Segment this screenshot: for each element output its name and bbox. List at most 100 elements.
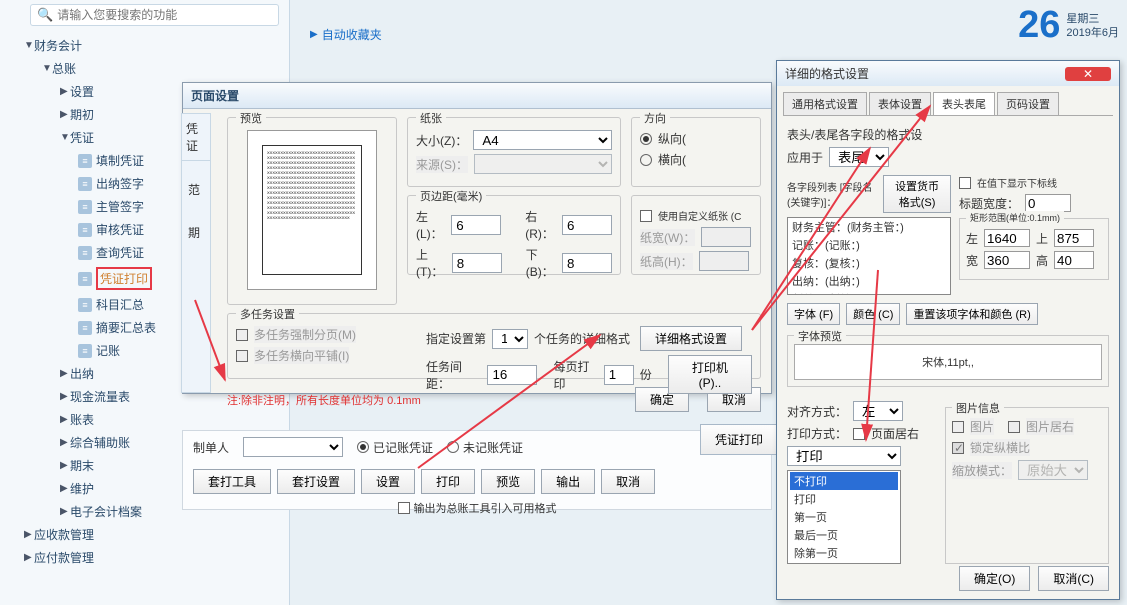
field-list[interactable]: 财务主管：(财务主管：) 记账：(记账：) 复核：(复核：) 出纳：(出纳：) … xyxy=(787,217,951,295)
pic-info-legend: 图片信息 xyxy=(952,400,1004,416)
btn-打印[interactable]: 打印 xyxy=(421,469,475,494)
multi-legend: 多任务设置 xyxy=(236,306,299,322)
detail-format-btn[interactable]: 详细格式设置 xyxy=(640,326,742,351)
btn-设置[interactable]: 设置 xyxy=(361,469,415,494)
paper-h-input xyxy=(699,251,749,271)
margin-bottom-input[interactable] xyxy=(562,253,612,273)
interval-input[interactable] xyxy=(487,365,537,385)
drop-item[interactable]: 最后一页 xyxy=(790,526,898,544)
rect-left-input[interactable] xyxy=(984,229,1030,247)
field-item[interactable]: 财务主管：(财务主管：) xyxy=(788,218,950,236)
voucher-print-btn[interactable]: 凭证打印 xyxy=(700,424,778,455)
custom-paper-chk[interactable] xyxy=(640,210,652,222)
doc-icon: ≡ xyxy=(78,321,92,335)
export-checkbox[interactable] xyxy=(398,502,410,514)
tree-finance[interactable]: ▼财务会计 xyxy=(14,34,289,57)
field-item[interactable]: 记账：(记账：) xyxy=(788,236,950,254)
size-label: 大小(Z)： xyxy=(416,132,467,149)
maker-select[interactable] xyxy=(243,437,343,457)
align-label: 对齐方式： xyxy=(787,403,847,420)
detail-format-dialog: 详细的格式设置 ✕ 通用格式设置 表体设置 表头表尾 页码设置 表头/表尾各字段… xyxy=(776,60,1120,600)
btn-预览[interactable]: 预览 xyxy=(481,469,535,494)
rect-h-input[interactable] xyxy=(1054,251,1094,269)
field-item[interactable]: 复核：(复核：) xyxy=(788,254,950,272)
title-w-input[interactable] xyxy=(1025,194,1071,212)
orient-vertical[interactable]: 纵向( xyxy=(640,130,752,147)
tab-page-no[interactable]: 页码设置 xyxy=(997,92,1059,115)
applied-select[interactable]: 表尾 xyxy=(829,147,889,167)
auto-favorite[interactable]: ▶自动收藏夹 xyxy=(310,26,382,43)
paper-size-select[interactable]: A4 xyxy=(473,130,612,150)
drop-item[interactable]: 不打印 xyxy=(790,472,898,490)
radio-icon xyxy=(640,154,652,166)
per-page-label: 每页打印 xyxy=(553,358,597,392)
close-icon[interactable]: ✕ xyxy=(1065,67,1111,81)
multi-hp-chk xyxy=(236,350,248,362)
radio-posted[interactable]: 已记账凭证 xyxy=(357,439,433,456)
tab-general[interactable]: 通用格式设置 xyxy=(783,92,867,115)
maker-label: 制单人 xyxy=(193,439,229,456)
margin-right-input[interactable] xyxy=(562,215,612,235)
rect-left-label: 左 xyxy=(966,230,978,247)
orient-horizontal[interactable]: 横向( xyxy=(640,151,752,168)
doc-icon: ≡ xyxy=(78,154,92,168)
source-label: 来源(S)： xyxy=(416,156,468,173)
spec-idx-select[interactable]: 1 xyxy=(492,329,528,349)
hdr-ftr-label: 表头/表尾各字段的格式设 xyxy=(787,126,922,143)
margin-left-input[interactable] xyxy=(451,215,501,235)
search-input[interactable] xyxy=(57,8,272,22)
fields-label: 各字段列表 [字段名(关键字)]： xyxy=(787,179,877,209)
field-item[interactable]: 制单：(制单：) xyxy=(788,290,950,295)
doc-icon: ≡ xyxy=(78,298,92,312)
font-btn[interactable]: 字体 (F) xyxy=(787,303,840,325)
drop-item[interactable]: 除第一页 xyxy=(790,544,898,562)
btn-取消[interactable]: 取消 xyxy=(601,469,655,494)
triangle-icon: ▶ xyxy=(310,29,318,40)
printer-btn[interactable]: 打印机(P).. xyxy=(668,355,752,394)
paper-w-input xyxy=(701,227,751,247)
field-item[interactable]: 出纳：(出纳：) xyxy=(788,272,950,290)
drop-item[interactable]: 打印 xyxy=(790,490,898,508)
detail-ok-btn[interactable]: 确定(O) xyxy=(959,566,1030,591)
currency-fmt-btn[interactable]: 设置货币格式(S) xyxy=(883,175,951,213)
tree-ap[interactable]: ▶应付款管理 xyxy=(14,546,289,569)
tree-ar[interactable]: ▶应收款管理 xyxy=(14,523,289,546)
pic-right-label: 图片居右 xyxy=(1026,418,1074,435)
page-right-chk[interactable] xyxy=(853,428,865,440)
strip-fan: 范 xyxy=(182,161,210,218)
per-page-unit: 份 xyxy=(640,366,652,383)
lock-ratio-label: 锁定纵横比 xyxy=(970,439,1030,456)
detail-cancel-btn[interactable]: 取消(C) xyxy=(1038,566,1109,591)
rect-w-input[interactable] xyxy=(984,251,1030,269)
btn-套打设置[interactable]: 套打设置 xyxy=(277,469,355,494)
btn-输出[interactable]: 输出 xyxy=(541,469,595,494)
rect-top-input[interactable] xyxy=(1054,229,1094,247)
detail-title-bar: 详细的格式设置 ✕ xyxy=(777,61,1119,86)
strip-voucher: 凭证 xyxy=(182,114,210,161)
doc-icon: ≡ xyxy=(78,177,92,191)
align-select[interactable]: 左 xyxy=(853,401,903,421)
drop-item[interactable]: 第一页 xyxy=(790,508,898,526)
tree-gl[interactable]: ▼总账 xyxy=(14,57,289,80)
rect-legend: 矩形范围(单位:0.1mm) xyxy=(966,211,1064,224)
print-mode-droplist[interactable]: 不打印 打印 第一页 最后一页 除第一页 xyxy=(787,470,901,564)
page-setup-title: 页面设置 xyxy=(183,83,771,109)
pic-right-chk xyxy=(1008,421,1020,433)
search-box[interactable]: 🔍 xyxy=(30,4,279,26)
pic-chk-label: 图片 xyxy=(970,418,994,435)
reset-font-color-btn[interactable]: 重置该项字体和颜色 (R) xyxy=(906,303,1037,325)
btn-套打工具[interactable]: 套打工具 xyxy=(193,469,271,494)
tab-header-footer[interactable]: 表头表尾 xyxy=(933,92,995,115)
print-mode-select[interactable]: 打印 xyxy=(787,446,901,466)
sub-underline-chk[interactable] xyxy=(959,177,971,189)
per-page-input[interactable] xyxy=(604,365,634,385)
font-preview-legend: 字体预览 xyxy=(794,328,846,344)
rect-top-label: 上 xyxy=(1036,230,1048,247)
orient-legend: 方向 xyxy=(640,110,670,126)
margin-top-input[interactable] xyxy=(452,253,502,273)
tab-body[interactable]: 表体设置 xyxy=(869,92,931,115)
color-btn[interactable]: 颜色 (C) xyxy=(846,303,900,325)
spec-set-label: 指定设置第 xyxy=(426,330,486,347)
radio-unposted[interactable]: 未记账凭证 xyxy=(447,439,523,456)
margin-left-label: 左(L)： xyxy=(416,208,445,242)
